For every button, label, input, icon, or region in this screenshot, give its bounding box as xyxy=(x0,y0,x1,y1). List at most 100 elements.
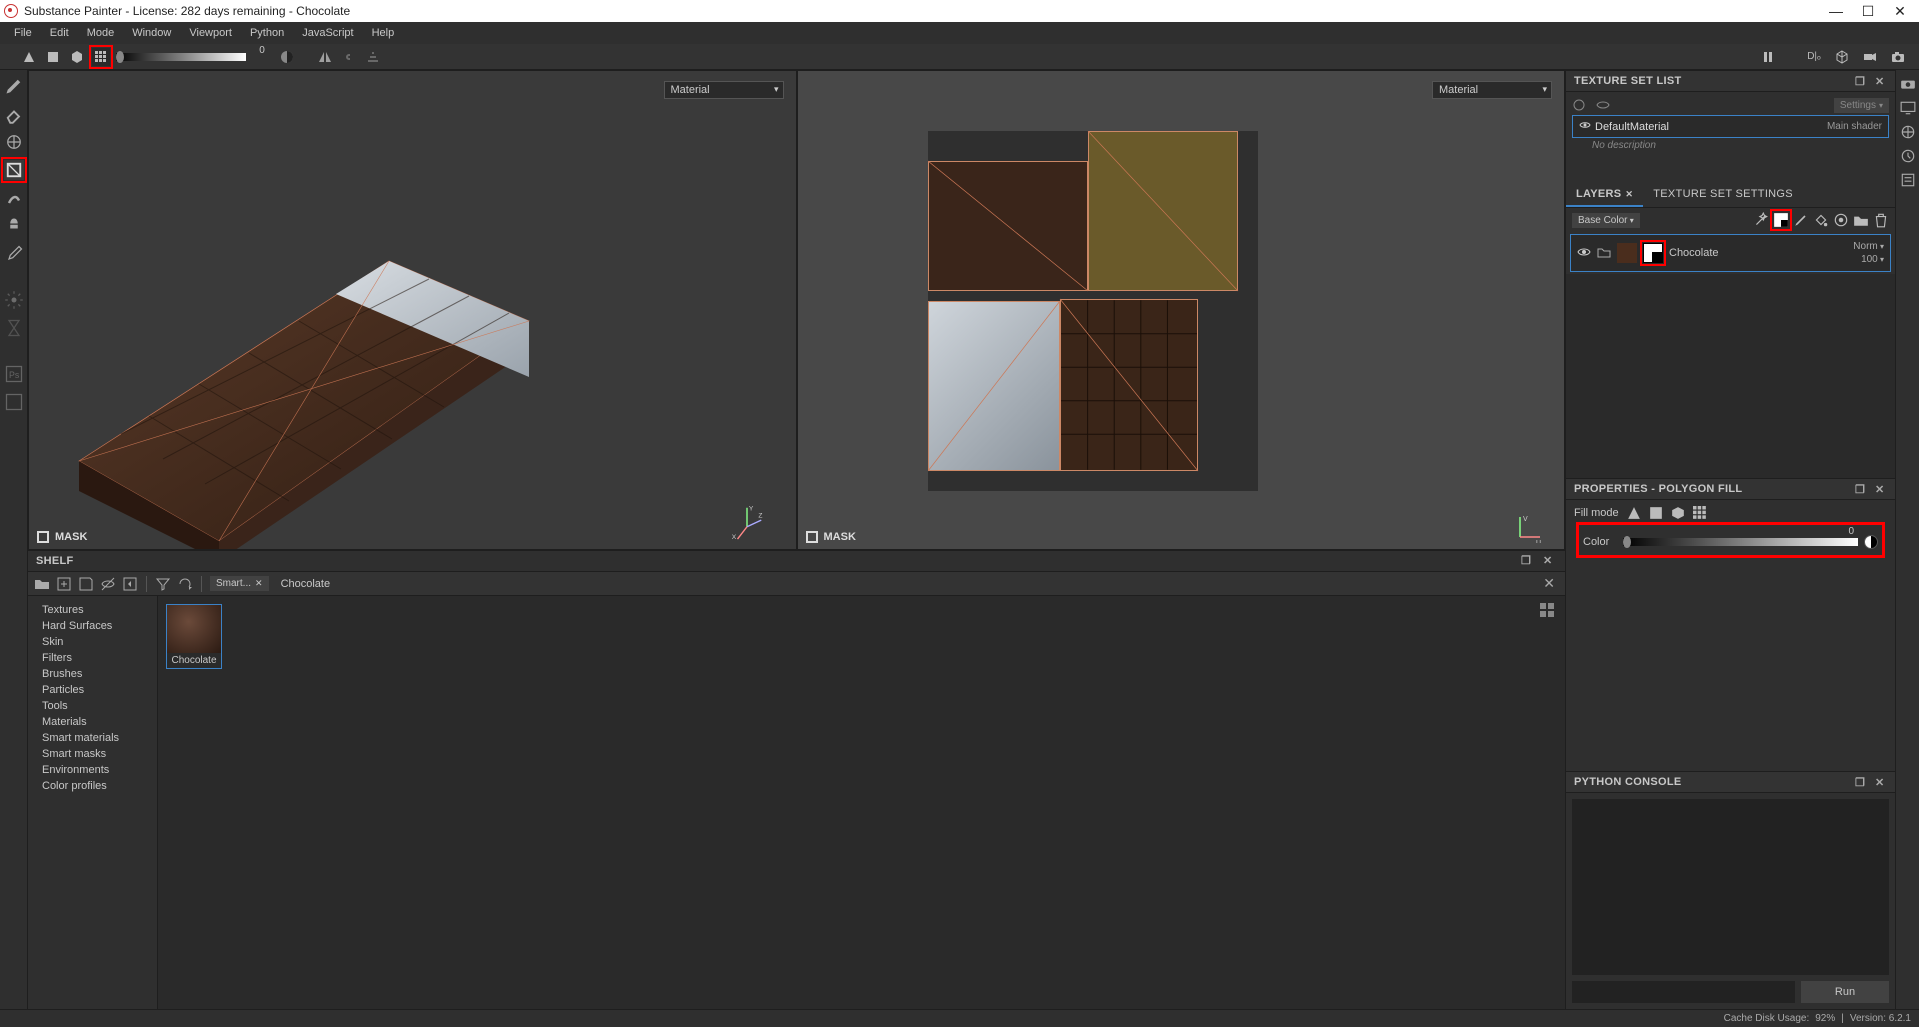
layer-row[interactable]: Chocolate Norm 100 xyxy=(1570,234,1891,272)
menu-file[interactable]: File xyxy=(6,24,40,42)
python-output[interactable] xyxy=(1572,799,1889,975)
cat-color-profiles[interactable]: Color profiles xyxy=(28,778,157,794)
minimize-button[interactable]: — xyxy=(1829,4,1843,18)
viewport-3d[interactable]: Material xyxy=(28,70,797,550)
texset-settings-dropdown[interactable]: Settings xyxy=(1834,98,1889,113)
properties-close-icon[interactable]: ✕ xyxy=(1875,483,1887,495)
dock-camera-icon[interactable] xyxy=(1900,76,1916,92)
layers-mask-icon[interactable] xyxy=(1773,212,1789,228)
tab-layers-close-icon[interactable]: ✕ xyxy=(1625,189,1633,199)
layers-delete-icon[interactable] xyxy=(1873,212,1889,228)
fill-mesh-icon[interactable] xyxy=(68,48,86,66)
gear-icon[interactable] xyxy=(4,290,24,310)
camera-video-icon[interactable] xyxy=(1861,48,1879,66)
texset-popout-icon[interactable]: ❐ xyxy=(1855,75,1867,87)
export-ps-icon[interactable]: Ps xyxy=(4,364,24,384)
cat-hard-surfaces[interactable]: Hard Surfaces xyxy=(28,618,157,634)
menu-window[interactable]: Window xyxy=(124,24,179,42)
menu-edit[interactable]: Edit xyxy=(42,24,77,42)
shelf-clear-icon[interactable]: ✕ xyxy=(1543,575,1559,592)
cat-materials[interactable]: Materials xyxy=(28,714,157,730)
shelf-close-icon[interactable]: ✕ xyxy=(1543,554,1557,568)
cat-brushes[interactable]: Brushes xyxy=(28,666,157,682)
python-popout-icon[interactable]: ❐ xyxy=(1855,776,1867,788)
menu-mode[interactable]: Mode xyxy=(79,24,123,42)
dock-history-icon[interactable] xyxy=(1900,148,1916,164)
shelf-tab[interactable]: Smart...✕ xyxy=(210,576,269,591)
color-slider[interactable] xyxy=(1623,538,1858,546)
display-mode-icon[interactable]: D|ₒ xyxy=(1805,48,1823,66)
blend-mode-dropdown[interactable]: Norm xyxy=(1853,241,1884,252)
tab-layers[interactable]: LAYERS✕ xyxy=(1566,183,1643,207)
cat-smart-materials[interactable]: Smart materials xyxy=(28,730,157,746)
menu-help[interactable]: Help xyxy=(364,24,403,42)
python-close-icon[interactable]: ✕ xyxy=(1875,776,1887,788)
texset-item[interactable]: DefaultMaterial Main shader xyxy=(1572,115,1889,138)
cat-environments[interactable]: Environments xyxy=(28,762,157,778)
eraser-tool-icon[interactable] xyxy=(4,104,24,124)
invert-icon[interactable] xyxy=(278,48,296,66)
export-icon[interactable] xyxy=(4,392,24,412)
cat-skin[interactable]: Skin xyxy=(28,634,157,650)
clone-tool-icon[interactable] xyxy=(4,216,24,236)
properties-popout-icon[interactable]: ❐ xyxy=(1855,483,1867,495)
cat-textures[interactable]: Textures xyxy=(28,602,157,618)
shelf-filter-icon[interactable] xyxy=(155,576,171,592)
viewport-3d-mode-dropdown[interactable]: Material xyxy=(664,81,784,99)
pause-icon[interactable] xyxy=(1759,48,1777,66)
layer-name[interactable]: Chocolate xyxy=(1669,247,1847,259)
symmetry-icon[interactable] xyxy=(316,48,334,66)
texset-close-icon[interactable]: ✕ xyxy=(1875,75,1887,87)
menu-viewport[interactable]: Viewport xyxy=(181,24,240,42)
perspective-icon[interactable] xyxy=(364,48,382,66)
fill-quad-icon[interactable] xyxy=(44,48,62,66)
layer-mask-thumb[interactable] xyxy=(1643,243,1663,263)
eyedropper-tool-icon[interactable] xyxy=(4,244,24,264)
layers-brush-icon[interactable] xyxy=(1793,212,1809,228)
fill-uv-shell-icon[interactable] xyxy=(1693,506,1707,520)
shelf-refresh-icon[interactable] xyxy=(177,576,193,592)
shelf-hide-icon[interactable] xyxy=(100,576,116,592)
projection-tool-icon[interactable] xyxy=(4,132,24,152)
link-icon[interactable] xyxy=(340,48,358,66)
dock-log-icon[interactable] xyxy=(1900,172,1916,188)
dock-view-icon[interactable] xyxy=(1900,124,1916,140)
viewport-2d-mode-dropdown[interactable]: Material xyxy=(1432,81,1552,99)
eye-icon[interactable] xyxy=(1577,245,1591,262)
cube-icon[interactable] xyxy=(1833,48,1851,66)
shelf-save-icon[interactable] xyxy=(78,576,94,592)
folder-icon[interactable] xyxy=(1597,245,1611,262)
run-button[interactable]: Run xyxy=(1801,981,1889,1003)
fill-quad-icon[interactable] xyxy=(1649,506,1663,520)
texset-solo-icon[interactable] xyxy=(1572,98,1586,112)
opacity-dropdown[interactable]: 100 xyxy=(1861,254,1884,265)
brush-tool-icon[interactable] xyxy=(4,76,24,96)
layers-fill-icon[interactable] xyxy=(1813,212,1829,228)
fill-tri-icon[interactable] xyxy=(1627,506,1641,520)
hourglass-icon[interactable] xyxy=(4,318,24,338)
fill-uv-icon[interactable] xyxy=(92,48,110,66)
polygon-fill-tool-icon[interactable] xyxy=(4,160,24,180)
eye-icon[interactable] xyxy=(1579,119,1591,134)
cat-filters[interactable]: Filters xyxy=(28,650,157,666)
fill-object-icon[interactable] xyxy=(1671,506,1685,520)
tab-texset-settings[interactable]: TEXTURE SET SETTINGS xyxy=(1643,183,1803,207)
close-button[interactable]: ✕ xyxy=(1893,4,1907,18)
layers-smart-icon[interactable] xyxy=(1833,212,1849,228)
layers-folder-icon[interactable] xyxy=(1853,212,1869,228)
shelf-popout-icon[interactable]: ❐ xyxy=(1521,554,1535,568)
layers-wand-icon[interactable] xyxy=(1753,212,1769,228)
shelf-add-icon[interactable] xyxy=(56,576,72,592)
shelf-tab-close-icon[interactable]: ✕ xyxy=(255,578,263,589)
maximize-button[interactable]: ☐ xyxy=(1861,4,1875,18)
cat-smart-masks[interactable]: Smart masks xyxy=(28,746,157,762)
smudge-tool-icon[interactable] xyxy=(4,188,24,208)
cat-tools[interactable]: Tools xyxy=(28,698,157,714)
shelf-import-icon[interactable] xyxy=(122,576,138,592)
menu-python[interactable]: Python xyxy=(242,24,292,42)
viewport-2d[interactable]: Material xyxy=(797,70,1566,550)
toolbar-slider[interactable] xyxy=(116,53,246,61)
asset-chocolate[interactable]: Chocolate xyxy=(166,604,222,669)
camera-icon[interactable] xyxy=(1889,48,1907,66)
menu-javascript[interactable]: JavaScript xyxy=(294,24,361,42)
